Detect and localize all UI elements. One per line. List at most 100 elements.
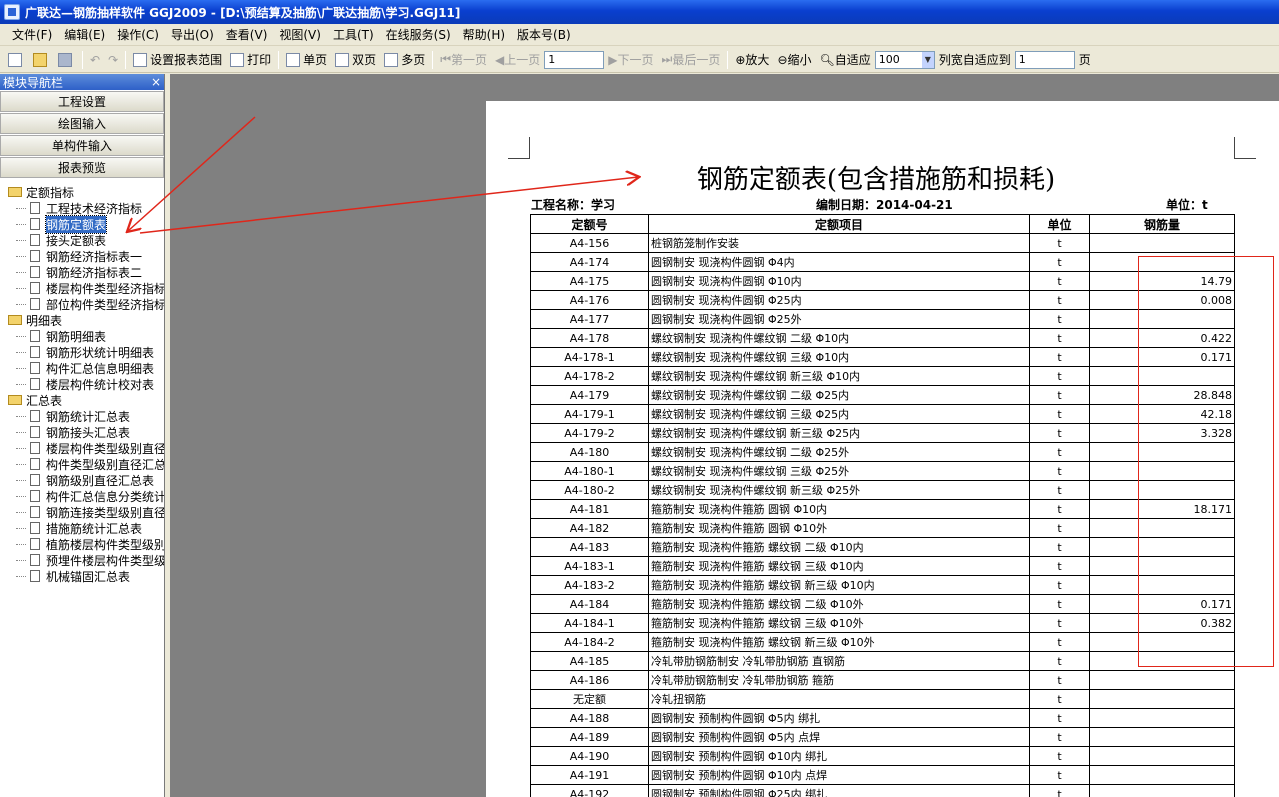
quota-code-cell: A4-179-1 <box>530 404 649 424</box>
tree-item[interactable]: 部位构件类型经济指标 <box>0 296 164 312</box>
rebar-quantity-cell <box>1089 461 1235 481</box>
menu-help[interactable]: 帮助(H) <box>457 26 511 43</box>
compile-date: 编制日期：2014-04-21 <box>816 198 953 212</box>
menu-view[interactable]: 查看(V) <box>220 26 274 43</box>
folder-icon <box>8 315 22 325</box>
new-file-button[interactable] <box>4 49 29 71</box>
single-page-button[interactable]: 单页 <box>282 49 331 71</box>
last-page-button[interactable]: ⏭ 最后一页 <box>658 49 725 71</box>
tree-item[interactable]: 楼层构件类型经济指标 <box>0 280 164 296</box>
page-number-input[interactable]: 1 <box>544 50 605 69</box>
document-icon <box>30 570 40 582</box>
tree-item[interactable]: 楼层构件统计校对表 <box>0 376 164 392</box>
double-page-button[interactable]: 双页 <box>331 49 380 71</box>
quota-code-cell: A4-180 <box>530 442 649 462</box>
table-header-row: 定额号 定额项目 单位 钢筋量 <box>530 214 1235 234</box>
menu-export[interactable]: 导出(O) <box>165 26 220 43</box>
zoom-select[interactable]: 100 ▼ <box>874 50 935 69</box>
tree-folder-quota[interactable]: 定额指标 <box>0 184 164 200</box>
quota-item-cell: 螺纹钢制安 现浇构件螺纹钢 新三级 Φ25外 <box>648 480 1030 500</box>
tree-item[interactable]: 构件类型级别直径汇总 <box>0 456 164 472</box>
multi-page-icon <box>384 52 399 67</box>
quota-item-cell: 箍筋制安 现浇构件箍筋 螺纹钢 新三级 Φ10外 <box>648 632 1030 652</box>
quota-code-cell: A4-184-2 <box>530 632 649 652</box>
document-icon <box>30 458 40 470</box>
multi-page-button[interactable]: 多页 <box>380 49 429 71</box>
quota-code-cell: A4-180-1 <box>530 461 649 481</box>
first-page-button[interactable]: ⏮ 第一页 <box>436 49 491 71</box>
undo-button[interactable]: ↶ <box>86 49 104 71</box>
menu-version[interactable]: 版本号(B) <box>511 26 577 43</box>
tree-folder-summary[interactable]: 汇总表 <box>0 392 164 408</box>
set-report-range-button[interactable]: 设置报表范围 <box>129 49 226 71</box>
print-button[interactable]: 打印 <box>226 49 275 71</box>
tree-item[interactable]: 构件汇总信息明细表 <box>0 360 164 376</box>
table-row: A4-178-2 螺纹钢制安 现浇构件螺纹钢 新三级 Φ10内 t <box>530 366 1235 386</box>
drawing-input-button[interactable]: 绘图输入 <box>0 113 164 134</box>
tree-item[interactable]: 钢筋经济指标表二 <box>0 264 164 280</box>
document-icon <box>30 218 40 230</box>
project-settings-button[interactable]: 工程设置 <box>0 91 164 112</box>
menu-edit[interactable]: 编辑(E) <box>58 26 111 43</box>
zoom-out-button[interactable]: ⊖ 缩小 <box>773 49 815 71</box>
rebar-quantity-cell <box>1089 366 1235 386</box>
zoom-out-icon: ⊖ <box>777 52 788 67</box>
next-page-button[interactable]: ▶ 下一页 <box>604 49 657 71</box>
menu-operate[interactable]: 操作(C) <box>111 26 165 43</box>
redo-icon: ↷ <box>108 52 119 67</box>
tree-item[interactable]: 工程技术经济指标 <box>0 200 164 216</box>
tree-item[interactable]: 钢筋统计汇总表 <box>0 408 164 424</box>
rebar-quota-table: 定额号 定额项目 单位 钢筋量 A4-156 桩钢筋笼制作安装 t A4-174 圆钢制… <box>530 214 1235 797</box>
table-row: A4-179-2 螺纹钢制安 现浇构件螺纹钢 新三级 Φ25内 t 3.328 <box>530 423 1235 443</box>
tree-item[interactable]: 植筋楼层构件类型级别 <box>0 536 164 552</box>
tree-folder-detail[interactable]: 明细表 <box>0 312 164 328</box>
tree-item[interactable]: 措施筋统计汇总表 <box>0 520 164 536</box>
tree-item[interactable]: 钢筋经济指标表一 <box>0 248 164 264</box>
unit-cell: t <box>1029 575 1090 595</box>
zoom-in-button[interactable]: ⊕ 放大 <box>731 49 773 71</box>
tree-item[interactable]: 钢筋接头汇总表 <box>0 424 164 440</box>
tree-item[interactable]: 楼层构件类型级别直径 <box>0 440 164 456</box>
menu-online-service[interactable]: 在线服务(S) <box>380 26 457 43</box>
report-viewer[interactable]: 钢筋定额表(包含措施筋和损耗) 工程名称：学习 编制日期：2014-04-21 … <box>170 74 1279 797</box>
project-name: 工程名称：学习 <box>531 198 616 212</box>
document-icon <box>30 506 40 518</box>
prev-page-button[interactable]: ◀ 上一页 <box>491 49 544 71</box>
rebar-quantity-cell <box>1089 537 1235 557</box>
tree-item[interactable]: 构件汇总信息分类统计 <box>0 488 164 504</box>
tree-item[interactable]: 机械锚固汇总表 <box>0 568 164 584</box>
unit-cell: t <box>1029 765 1090 785</box>
fit-button[interactable]: 🔍︎ 自适应 <box>816 49 875 71</box>
quota-item-cell: 冷轧扭钢筋 <box>648 689 1030 709</box>
menu-tools[interactable]: 工具(T) <box>327 26 380 43</box>
table-row: A4-191 圆钢制安 预制构件圆钢 Φ10内 点焊 t <box>530 765 1235 785</box>
save-button[interactable] <box>54 49 79 71</box>
menu-file[interactable]: 文件(F) <box>6 26 58 43</box>
redo-button[interactable]: ↷ <box>104 49 122 71</box>
quota-item-cell: 圆钢制安 预制构件圆钢 Φ5内 点焊 <box>648 727 1030 747</box>
tree-item[interactable]: 钢筋形状统计明细表 <box>0 344 164 360</box>
column-fit-input[interactable]: 1 <box>1014 50 1075 69</box>
report-preview-button[interactable]: 报表预览 <box>0 157 164 178</box>
tree-item[interactable]: 预埋件楼层构件类型级 <box>0 552 164 568</box>
tree-item[interactable]: 钢筋明细表 <box>0 328 164 344</box>
open-file-button[interactable] <box>29 49 54 71</box>
table-row: A4-177 圆钢制安 现浇构件圆钢 Φ25外 t <box>530 309 1235 329</box>
column-header: 钢筋量 <box>1089 214 1235 234</box>
table-row: A4-180 螺纹钢制安 现浇构件螺纹钢 二级 Φ25外 t <box>530 442 1235 462</box>
quota-code-cell: A4-182 <box>530 518 649 538</box>
tree-item[interactable]: 钢筋级别直径汇总表 <box>0 472 164 488</box>
page-corner-mark <box>1234 137 1256 159</box>
tree-item-selected[interactable]: 钢筋定额表 <box>0 214 164 234</box>
folder-icon <box>8 395 22 405</box>
tree-item[interactable]: 钢筋连接类型级别直径 <box>0 504 164 520</box>
close-icon[interactable]: × <box>151 75 161 89</box>
table-row: A4-183-2 箍筋制安 现浇构件箍筋 螺纹钢 新三级 Φ10内 t <box>530 575 1235 595</box>
report-unit: 单位：t <box>1166 198 1208 212</box>
tree-item[interactable]: 接头定额表 <box>0 232 164 248</box>
document-icon <box>30 282 40 294</box>
unit-cell: t <box>1029 746 1090 766</box>
quota-code-cell: A4-191 <box>530 765 649 785</box>
single-component-input-button[interactable]: 单构件输入 <box>0 135 164 156</box>
menu-window-view[interactable]: 视图(V) <box>273 26 327 43</box>
